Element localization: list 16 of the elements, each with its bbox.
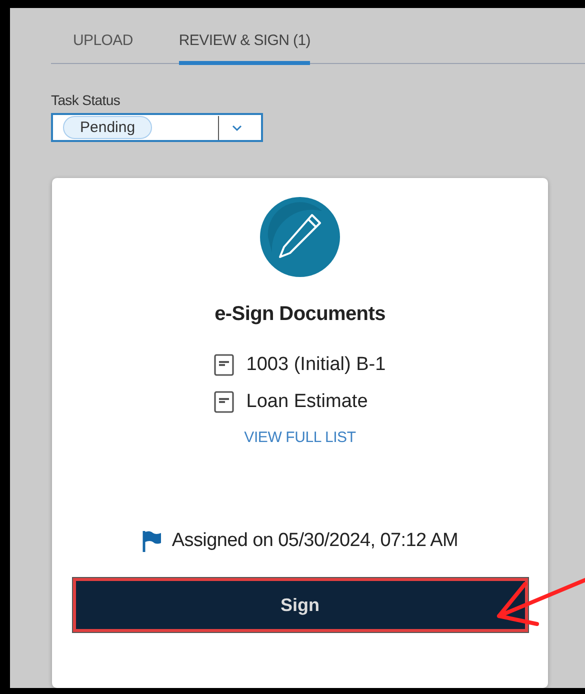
- view-full-list-link[interactable]: VIEW FULL LIST: [244, 429, 356, 446]
- status-dropdown[interactable]: Pending: [51, 113, 263, 142]
- pencil-icon: [260, 197, 340, 277]
- tab[interactable]: UPLOAD: [73, 32, 133, 65]
- flag-icon: [142, 530, 162, 552]
- document-name: 1003 (Initial) B-1: [246, 354, 386, 376]
- document-name: Loan Estimate: [246, 391, 368, 413]
- status-chip: Pending: [63, 116, 152, 139]
- caret-icon: [231, 124, 243, 132]
- field-label: Task Status: [51, 92, 120, 108]
- tab[interactable]: REVIEW & SIGN (1): [178, 32, 310, 65]
- card-title: e-Sign Documents: [214, 303, 386, 326]
- document-icon: [214, 391, 234, 413]
- document-icon: [214, 354, 234, 376]
- assigned-date: Assigned on 05/30/2024, 07:12 AM: [172, 530, 458, 552]
- sign-button[interactable]: Sign: [72, 578, 528, 632]
